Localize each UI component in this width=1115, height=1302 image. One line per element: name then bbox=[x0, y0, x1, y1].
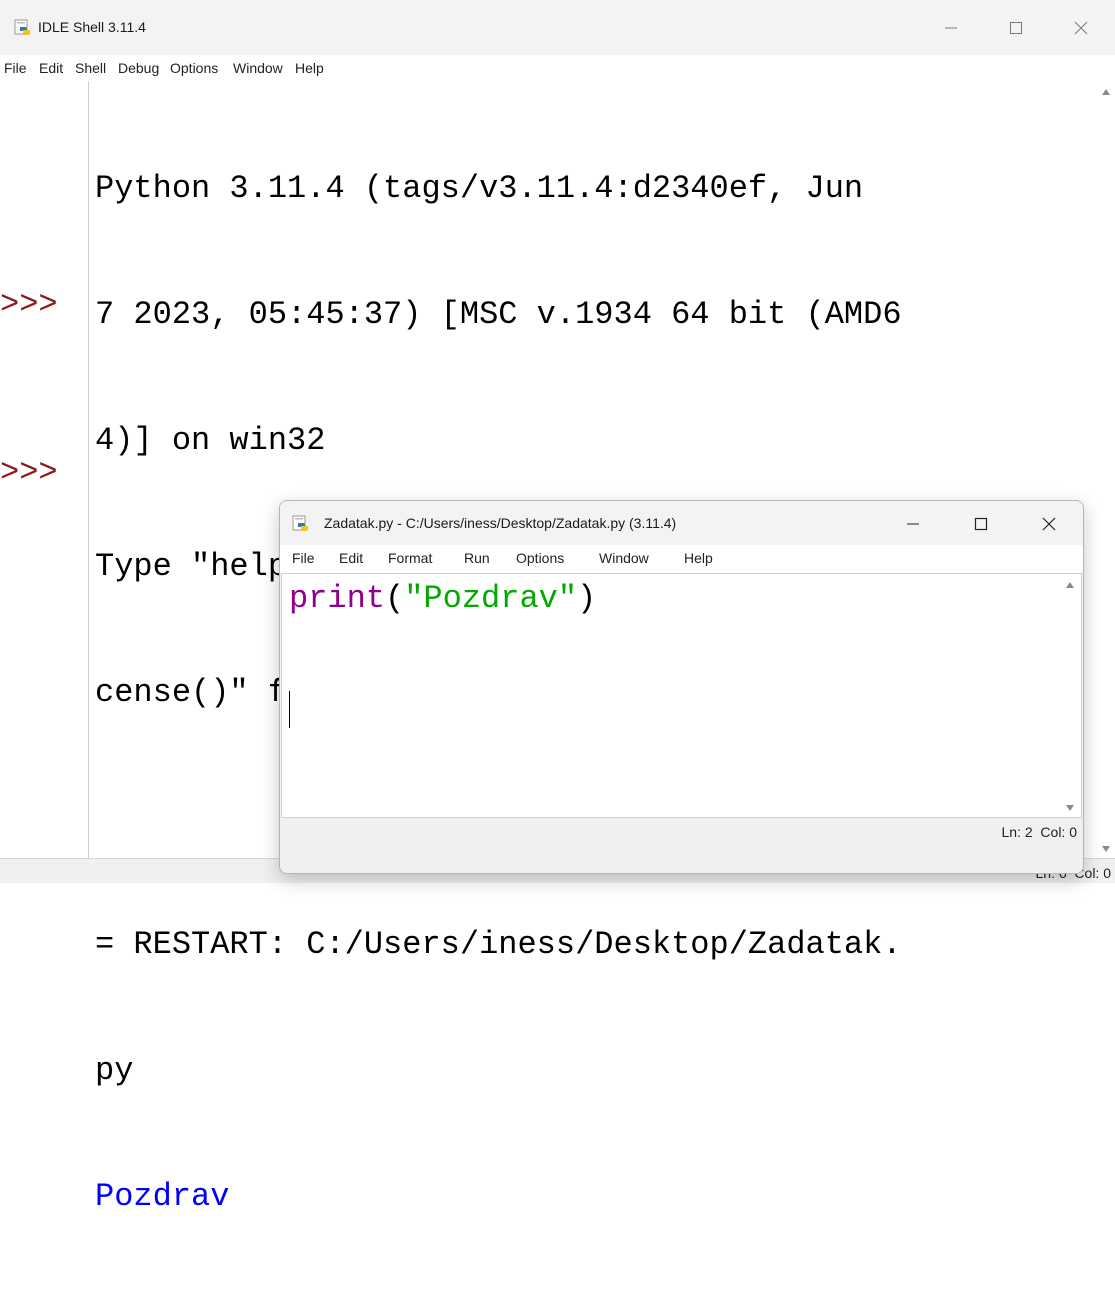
shell-prompt: >>> bbox=[0, 286, 58, 323]
menu-file[interactable]: File bbox=[4, 60, 27, 76]
close-button[interactable] bbox=[1058, 10, 1104, 46]
menu-help[interactable]: Help bbox=[295, 60, 324, 76]
code-paren-open: ( bbox=[385, 580, 405, 617]
code-string: "Pozdrav" bbox=[404, 580, 578, 617]
python-idle-icon bbox=[14, 19, 30, 35]
menu-options[interactable]: Options bbox=[170, 60, 218, 76]
editor-cursor-position: Ln: 2 Col: 0 bbox=[1001, 824, 1078, 840]
menu-edit[interactable]: Edit bbox=[39, 60, 63, 76]
menu-debug[interactable]: Debug bbox=[118, 60, 159, 76]
editor-menu-options[interactable]: Options bbox=[516, 550, 564, 566]
editor-menu-run[interactable]: Run bbox=[464, 550, 490, 566]
editor-menubar: File Edit Format Run Options Window Help bbox=[280, 545, 1083, 573]
menu-shell[interactable]: Shell bbox=[75, 60, 106, 76]
editor-minimize-button[interactable] bbox=[890, 505, 936, 541]
editor-menu-window[interactable]: Window bbox=[599, 550, 649, 566]
prompt-gutter: >>> >>> bbox=[0, 81, 89, 858]
minimize-icon bbox=[945, 27, 957, 29]
restart-line: = RESTART: C:/Users/iness/Desktop/Zadata… bbox=[95, 926, 902, 963]
editor-scrollbar[interactable] bbox=[1059, 573, 1082, 818]
minimize-icon bbox=[907, 523, 919, 525]
editor-menu-edit[interactable]: Edit bbox=[339, 550, 363, 566]
shell-window-title: IDLE Shell 3.11.4 bbox=[38, 19, 146, 35]
editor-menu-file[interactable]: File bbox=[292, 550, 315, 566]
shell-menubar: File Edit Shell Debug Options Window Hel… bbox=[0, 55, 1115, 81]
editor-text-area[interactable]: print("Pozdrav") bbox=[281, 573, 1059, 818]
maximize-icon bbox=[1010, 22, 1022, 34]
maximize-icon bbox=[974, 517, 988, 531]
minimize-button[interactable] bbox=[928, 10, 974, 46]
maximize-button[interactable] bbox=[993, 10, 1039, 46]
code-paren-close: ) bbox=[577, 580, 597, 617]
program-output: Pozdrav bbox=[95, 1178, 230, 1215]
code-keyword: print bbox=[289, 580, 386, 617]
scroll-down-arrow-icon[interactable] bbox=[1102, 846, 1110, 852]
editor-statusbar: Ln: 2 Col: 0 bbox=[280, 818, 1083, 873]
shell-prompt: >>> bbox=[0, 454, 58, 491]
close-icon bbox=[1074, 21, 1088, 35]
code-line: print("Pozdrav") bbox=[289, 579, 596, 619]
python-idle-icon bbox=[292, 515, 308, 531]
menu-window[interactable]: Window bbox=[233, 60, 283, 76]
scroll-up-arrow-icon[interactable] bbox=[1066, 582, 1074, 588]
shell-line: Python 3.11.4 (tags/v3.11.4:d2340ef, Jun bbox=[95, 170, 864, 207]
scroll-down-arrow-icon[interactable] bbox=[1066, 805, 1074, 811]
restart-line: py bbox=[95, 1052, 134, 1089]
shell-line: 4)] on win32 bbox=[95, 422, 326, 459]
editor-titlebar[interactable]: Zadatak.py - C:/Users/iness/Desktop/Zada… bbox=[280, 501, 1083, 545]
editor-close-button[interactable] bbox=[1026, 505, 1072, 541]
shell-line: 7 2023, 05:45:37) [MSC v.1934 64 bit (AM… bbox=[95, 296, 902, 333]
editor-window: Zadatak.py - C:/Users/iness/Desktop/Zada… bbox=[279, 500, 1084, 874]
editor-window-title: Zadatak.py - C:/Users/iness/Desktop/Zada… bbox=[324, 515, 677, 531]
scroll-up-arrow-icon[interactable] bbox=[1102, 89, 1110, 95]
editor-menu-help[interactable]: Help bbox=[684, 550, 713, 566]
editor-menu-format[interactable]: Format bbox=[388, 550, 432, 566]
shell-scrollbar[interactable] bbox=[1098, 81, 1115, 858]
shell-titlebar[interactable]: IDLE Shell 3.11.4 bbox=[0, 0, 1115, 56]
close-icon bbox=[1042, 517, 1056, 531]
text-cursor bbox=[289, 691, 290, 728]
editor-maximize-button[interactable] bbox=[958, 505, 1004, 541]
